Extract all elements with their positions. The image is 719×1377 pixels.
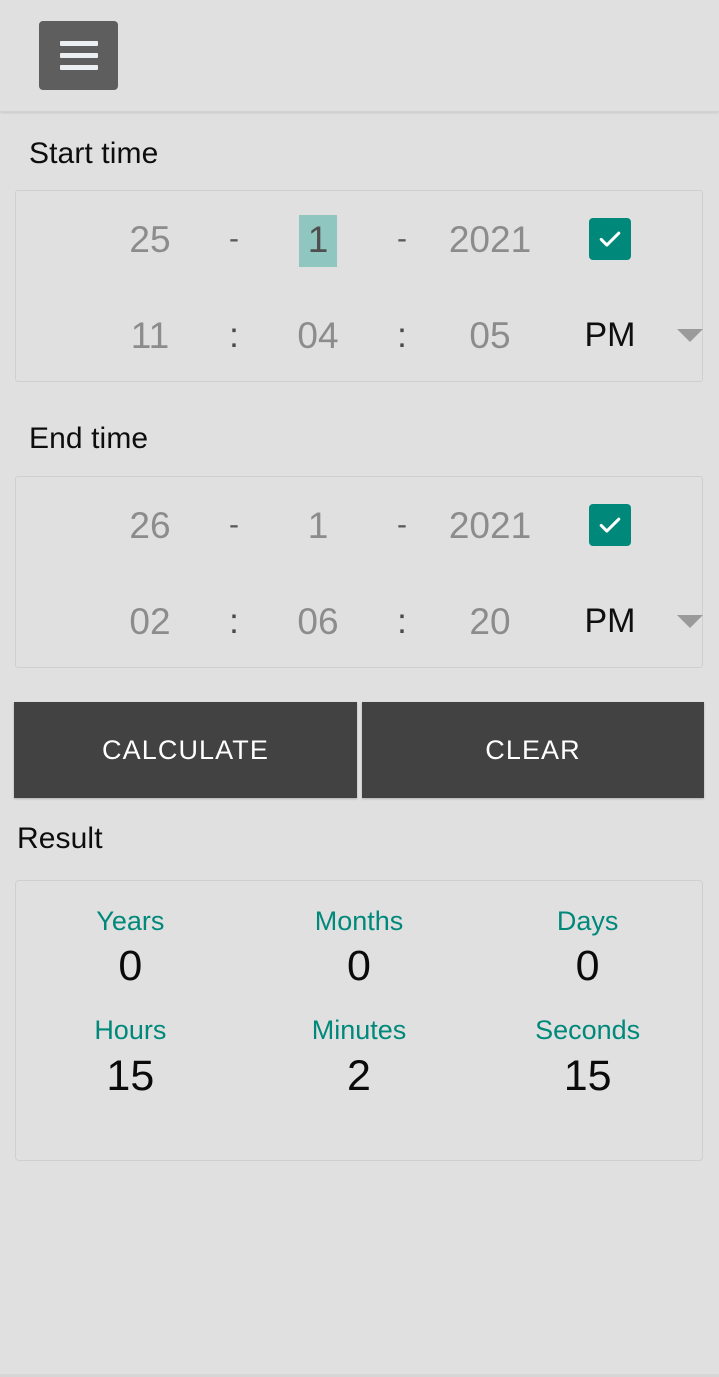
end-day-value: 26 — [129, 504, 171, 546]
result-minutes: Minutes 2 — [245, 1012, 474, 1103]
start-time-row: 11 : 04 : 05 PM — [16, 287, 703, 383]
start-hours-field[interactable]: 11 — [104, 287, 196, 383]
result-grid: Years 0 Months 0 Days 0 Hours 15 Minutes… — [16, 903, 702, 1104]
result-label: Result — [17, 822, 103, 855]
end-year-value: 2021 — [448, 504, 532, 546]
start-year-value: 2021 — [448, 218, 532, 260]
end-date-confirm-button[interactable] — [564, 477, 656, 573]
result-seconds-label: Seconds — [535, 1015, 641, 1046]
start-month-value: 1 — [298, 214, 338, 267]
start-date-separator-2: - — [397, 222, 407, 255]
start-time-label: Start time — [29, 137, 159, 170]
end-hours-value: 02 — [129, 600, 171, 642]
start-meridiem-select[interactable]: PM — [552, 287, 668, 383]
end-date-separator-2: - — [397, 508, 407, 541]
hamburger-menu-icon-bar-1 — [59, 41, 98, 46]
start-date-confirm-button[interactable] — [564, 191, 656, 287]
chevron-down-icon — [677, 328, 703, 342]
result-years-label: Years — [96, 906, 165, 936]
end-time-separator-2: : — [397, 601, 407, 641]
checkmark-icon — [589, 504, 631, 546]
result-days: Days 0 — [473, 903, 702, 994]
end-seconds-field[interactable]: 20 — [428, 573, 552, 669]
start-month-field[interactable]: 1 — [272, 191, 364, 287]
end-time-separator-1: : — [229, 601, 239, 641]
result-months: Months 0 — [245, 903, 474, 994]
calculate-button[interactable]: CALCULATE — [14, 702, 357, 798]
start-time-separator-1: : — [229, 315, 239, 355]
start-time-card: 25 - 1 - 2021 11 : 04 : 05 PM — [15, 190, 703, 382]
result-row-hms: Hours 15 Minutes 2 Seconds 15 — [16, 1012, 702, 1103]
end-minutes-field[interactable]: 06 — [272, 573, 364, 669]
result-months-label: Months — [314, 906, 404, 936]
result-card: Years 0 Months 0 Days 0 Hours 15 Minutes… — [15, 880, 703, 1161]
start-day-field[interactable]: 25 — [104, 191, 196, 287]
result-seconds-value: 15 — [563, 1051, 612, 1100]
start-hours-value: 11 — [130, 314, 170, 356]
result-days-value: 0 — [575, 942, 600, 991]
start-date-separator-1: - — [229, 222, 239, 255]
result-hours: Hours 15 — [16, 1012, 245, 1103]
checkmark-icon — [589, 218, 631, 260]
start-seconds-value: 05 — [469, 314, 511, 356]
action-button-row: CALCULATE CLEAR — [14, 702, 704, 798]
end-day-field[interactable]: 26 — [104, 477, 196, 573]
hamburger-menu-icon-bar-3 — [59, 65, 98, 70]
hamburger-menu-button[interactable] — [39, 21, 118, 90]
end-month-field[interactable]: 1 — [272, 477, 364, 573]
start-year-field[interactable]: 2021 — [428, 191, 552, 287]
hamburger-menu-icon-bar-2 — [59, 53, 98, 58]
end-meridiem-dropdown-button[interactable] — [664, 573, 716, 669]
result-seconds: Seconds 15 — [473, 1012, 702, 1103]
result-years-value: 0 — [118, 942, 143, 991]
end-minutes-value: 06 — [297, 600, 339, 642]
end-meridiem-value: PM — [584, 602, 636, 640]
end-date-separator-1: - — [229, 508, 239, 541]
end-hours-field[interactable]: 02 — [104, 573, 196, 669]
result-hours-label: Hours — [94, 1015, 167, 1046]
end-time-row: 02 : 06 : 20 PM — [16, 573, 703, 669]
result-minutes-value: 2 — [347, 1051, 371, 1100]
result-hours-value: 15 — [106, 1051, 155, 1100]
result-months-value: 0 — [347, 942, 371, 991]
end-meridiem-select[interactable]: PM — [552, 573, 668, 669]
end-seconds-value: 20 — [469, 600, 511, 642]
result-minutes-label: Minutes — [311, 1015, 407, 1046]
result-row-ymd: Years 0 Months 0 Days 0 — [16, 903, 702, 994]
start-meridiem-dropdown-button[interactable] — [664, 287, 716, 383]
end-time-card: 26 - 1 - 2021 02 : 06 : 20 PM — [15, 476, 703, 668]
end-month-value: 1 — [307, 504, 329, 546]
chevron-down-icon — [677, 614, 703, 628]
end-date-row: 26 - 1 - 2021 — [16, 477, 702, 573]
start-day-value: 25 — [129, 218, 171, 260]
end-time-label: End time — [29, 422, 149, 455]
start-date-row: 25 - 1 - 2021 — [16, 191, 702, 287]
end-year-field[interactable]: 2021 — [428, 477, 552, 573]
start-time-separator-2: : — [397, 315, 407, 355]
start-minutes-field[interactable]: 04 — [272, 287, 364, 383]
start-seconds-field[interactable]: 05 — [428, 287, 552, 383]
clear-button[interactable]: CLEAR — [362, 702, 704, 798]
start-meridiem-value: PM — [584, 316, 636, 354]
result-days-label: Days — [556, 906, 619, 936]
result-years: Years 0 — [16, 903, 245, 994]
start-minutes-value: 04 — [297, 314, 339, 356]
app-toolbar — [0, 0, 719, 112]
